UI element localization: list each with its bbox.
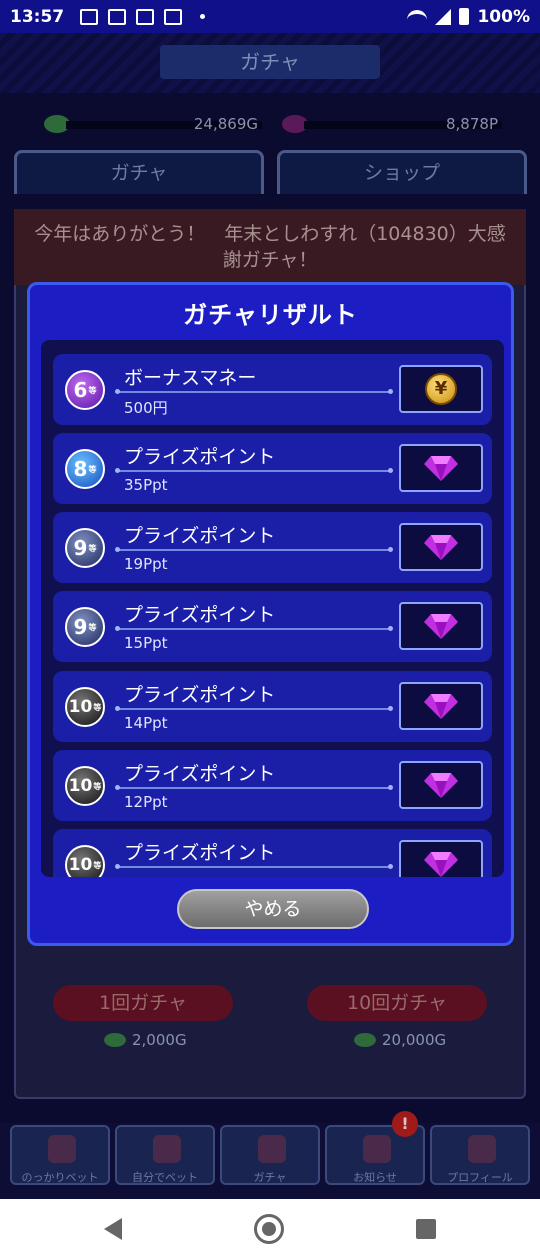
gacha-10-button[interactable]: 10回ガチャ — [307, 985, 487, 1021]
gem-icon — [424, 694, 458, 719]
prize-value: 15Ppt — [124, 634, 168, 652]
result-list[interactable]: 6等 ボーナスマネー 500円 ¥ 8等 プライズポイント 35Ppt 9等 プ… — [41, 340, 504, 877]
chart-notification-icon — [136, 8, 155, 25]
prize-value: 500円 — [124, 399, 168, 417]
bell-icon — [363, 1135, 391, 1163]
gold-icon — [104, 1033, 126, 1047]
rank-10-badge: 10 等 — [65, 845, 105, 877]
system-icons: 100% — [407, 7, 530, 27]
signal-icon — [435, 8, 452, 25]
result-row: 9等 プライズポイント 19Ppt — [53, 512, 492, 583]
prize-value: 35Ppt — [124, 476, 168, 494]
gold-value: 24,869G — [193, 115, 258, 133]
back-icon[interactable] — [104, 1218, 122, 1240]
prize-name: プライズポイント — [124, 684, 276, 706]
prize-value: 12Ppt — [124, 793, 168, 811]
gacha-result-dialog: ガチャリザルト 6等 ボーナスマネー 500円 ¥ 8等 プライズポイント 35… — [27, 282, 514, 946]
gacha-banner: 今年はありがとう！ 年末としわすれ（104830）大感謝ガチャ！ — [14, 209, 526, 285]
page-title: ガチャ — [160, 45, 380, 79]
result-row: 6等 ボーナスマネー 500円 ¥ — [53, 354, 492, 425]
prize-name: プライズポイント — [124, 604, 276, 626]
result-row: 9等 プライズポイント 15Ppt — [53, 591, 492, 662]
gold-balance: 24,869G — [44, 111, 264, 137]
prize-icon-box — [399, 602, 483, 650]
bottom-navigation: のっかりベット 自分でベット ガチャ お知らせ ! プロフィール — [0, 1111, 540, 1199]
points-balance: 8,878P — [282, 111, 504, 137]
prize-icon-box — [399, 682, 483, 730]
rank-9-badge: 9等 — [65, 528, 105, 568]
yen-coin-icon: ¥ — [425, 373, 457, 405]
clock: 13:57 — [10, 6, 65, 27]
result-row: 8等 プライズポイント 35Ppt — [53, 433, 492, 504]
battery-icon — [459, 8, 470, 25]
prize-name: ボーナスマネー — [124, 367, 257, 389]
prize-icon-box: ¥ — [399, 365, 483, 413]
chart-notification-icon — [164, 8, 183, 25]
rank-9-badge: 9等 — [65, 607, 105, 647]
rank-10-badge: 10 等 — [65, 687, 105, 727]
nav-self-bet[interactable]: 自分でベット — [115, 1125, 215, 1185]
dialog-title: ガチャリザルト — [183, 301, 358, 329]
prize-name: プライズポイント — [124, 446, 276, 468]
prize-value: 19Ppt — [124, 555, 168, 573]
gacha-1-button[interactable]: 1回ガチャ — [53, 985, 233, 1021]
prize-value: 14Ppt — [124, 714, 168, 732]
prize-icon-box — [399, 444, 483, 492]
rank-10-badge: 10 等 — [65, 766, 105, 806]
tab-shop[interactable]: ショップ — [277, 150, 527, 194]
more-notifications-icon — [200, 14, 206, 19]
wifi-icon — [407, 9, 428, 24]
system-navigation-bar — [0, 1199, 540, 1260]
gacha-wheel-icon — [258, 1135, 286, 1163]
prize-name: プライズポイント — [124, 842, 276, 864]
result-row: 10 等 プライズポイント 14Ppt — [53, 671, 492, 742]
gacha-10-cost: 20,000G — [354, 1031, 446, 1049]
profile-card-icon — [468, 1135, 496, 1163]
home-icon[interactable] — [254, 1214, 284, 1244]
prize-icon-box — [399, 840, 483, 877]
nav-nokkari-bet[interactable]: のっかりベット — [10, 1125, 110, 1185]
close-button[interactable]: やめる — [177, 889, 369, 929]
notification-badge: ! — [392, 1111, 418, 1137]
notification-icon — [80, 8, 99, 25]
prize-name: プライズポイント — [124, 763, 276, 785]
notification-icon — [108, 8, 127, 25]
slot-machine-icon — [48, 1135, 76, 1163]
gem-icon — [424, 614, 458, 639]
nav-gacha[interactable]: ガチャ — [220, 1125, 320, 1185]
nav-profile[interactable]: プロフィール — [430, 1125, 530, 1185]
tab-gacha[interactable]: ガチャ — [14, 150, 264, 194]
chat-person-icon — [153, 1135, 181, 1163]
prize-name: プライズポイント — [124, 525, 276, 547]
result-row: 10 等 プライズポイント — [53, 829, 492, 877]
prize-icon-box — [399, 523, 483, 571]
gold-icon — [354, 1033, 376, 1047]
points-value: 8,878P — [446, 115, 498, 133]
gem-icon — [424, 773, 458, 798]
gem-icon — [424, 535, 458, 560]
prize-icon-box — [399, 761, 483, 809]
result-row: 10 等 プライズポイント 12Ppt — [53, 750, 492, 821]
gacha-1-cost: 2,000G — [104, 1031, 187, 1049]
battery-percent: 100% — [477, 6, 530, 27]
rank-8-badge: 8等 — [65, 449, 105, 489]
header: ガチャ — [0, 33, 540, 93]
recent-apps-icon[interactable] — [416, 1219, 436, 1239]
status-bar: 13:57 100% — [0, 0, 540, 33]
gem-icon — [424, 852, 458, 877]
rank-6-badge: 6等 — [65, 370, 105, 410]
gem-icon — [424, 456, 458, 481]
